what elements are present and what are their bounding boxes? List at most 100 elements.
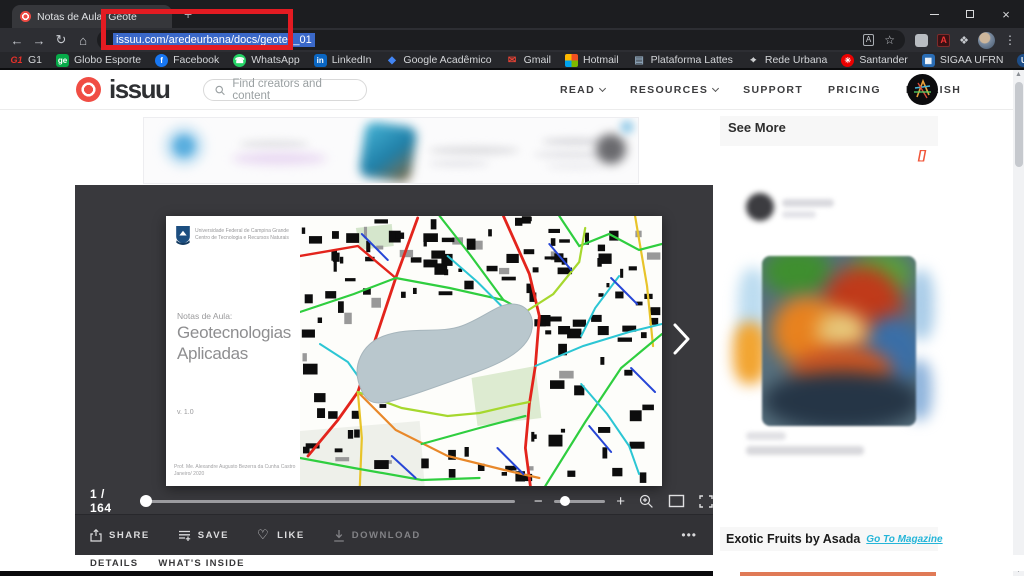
go-to-magazine-link[interactable]: Go To Magazine xyxy=(866,534,942,545)
bookmark-favicon: ✳ xyxy=(841,54,854,67)
bookmark-item[interactable]: Hotmail xyxy=(565,54,619,67)
sidebar: See More [] Exotic Fruits by Asada Go To… xyxy=(713,110,1013,571)
ad-marker-icon[interactable]: [] xyxy=(918,148,926,162)
save-button[interactable]: SAVE xyxy=(178,529,229,542)
chevron-down-icon xyxy=(712,85,719,92)
back-icon[interactable]: ← xyxy=(6,33,28,48)
publisher-avatar[interactable] xyxy=(746,193,774,221)
extensions-puzzle-icon[interactable]: ❖ xyxy=(959,34,969,47)
reload-icon[interactable]: ↻ xyxy=(50,32,72,48)
issuu-wordmark: issuu xyxy=(109,77,169,102)
next-page-button[interactable] xyxy=(670,322,692,356)
bookmark-item[interactable]: G1 G1 xyxy=(10,54,42,67)
page-scrollbar[interactable]: ▲ ▼ xyxy=(1013,70,1024,576)
home-icon[interactable]: ⌂ xyxy=(72,33,94,48)
download-button[interactable]: DOWNLOAD xyxy=(333,529,421,542)
bookmark-item[interactable]: ⌖Rede Urbana xyxy=(747,54,827,67)
nav-item-pricing[interactable]: PRICING xyxy=(828,84,881,96)
bookmark-label: Globo Esporte xyxy=(74,54,141,66)
bookmark-star-icon[interactable]: ☆ xyxy=(884,33,895,47)
fullscreen-button[interactable] xyxy=(699,495,713,508)
page-slider-thumb[interactable] xyxy=(140,495,152,507)
nav-item-resources[interactable]: RESOURCES xyxy=(630,84,718,96)
bookmark-label: Hotmail xyxy=(583,54,619,66)
bookmark-item[interactable]: fFacebook xyxy=(155,54,219,67)
avatar-art xyxy=(907,74,938,105)
heart-icon: ♡ xyxy=(257,529,270,541)
nav-item-support[interactable]: SUPPORT xyxy=(743,84,803,96)
promo-title: Exotic Fruits by Asada xyxy=(726,532,860,546)
save-label: SAVE xyxy=(198,530,229,541)
bookmark-favicon: G1 xyxy=(10,54,23,67)
chevron-right-icon xyxy=(673,323,690,355)
translate-icon[interactable]: A xyxy=(863,34,874,46)
issuu-header: issuu Find creators and content READ RESO… xyxy=(0,70,1024,110)
forward-icon[interactable]: → xyxy=(28,33,50,48)
close-button[interactable]: × xyxy=(988,0,1024,28)
next-card-edge xyxy=(740,572,936,576)
share-label: SHARE xyxy=(109,530,150,541)
bookmark-item[interactable]: ✉Gmail xyxy=(506,54,551,67)
zoom-lens-button[interactable] xyxy=(639,494,654,509)
like-button[interactable]: ♡ LIKE xyxy=(257,529,305,541)
bookmark-item[interactable]: ▤ Plataforma Lattes xyxy=(633,54,733,67)
cover-text-panel: Universidade Federal de Campina Grande C… xyxy=(166,216,300,486)
like-label: LIKE xyxy=(277,530,305,541)
bookmark-label: LinkedIn xyxy=(332,54,372,66)
cover-kicker: Notas de Aula: xyxy=(177,311,232,321)
maximize-button[interactable] xyxy=(952,0,988,28)
bookmark-item[interactable]: ✳Santander xyxy=(841,54,907,67)
profile-avatar[interactable] xyxy=(978,32,995,49)
more-options-button[interactable]: ••• xyxy=(681,528,697,542)
browser-menu-icon[interactable]: ⋮ xyxy=(1004,33,1016,47)
action-bar: SHARE SAVE ♡ LIKE DOWNLOAD ••• xyxy=(75,514,713,555)
banner-ad[interactable] xyxy=(143,117,639,184)
bookmark-item[interactable]: UUFCG - Controle Ac... xyxy=(1017,54,1024,67)
bookmark-favicon: ☎ xyxy=(233,54,246,67)
extensions-area: A ❖ ⋮ xyxy=(915,30,1016,50)
share-button[interactable]: SHARE xyxy=(90,529,150,542)
bookmark-label: Plataforma Lattes xyxy=(651,54,733,66)
bookmark-label: WhatsApp xyxy=(251,54,299,66)
extension-icon[interactable] xyxy=(915,34,928,47)
document-cover-page[interactable]: Universidade Federal de Campina Grande C… xyxy=(166,216,662,486)
search-placeholder: Find creators and content xyxy=(232,78,355,102)
bookmark-favicon: ◆ xyxy=(385,54,398,67)
zoom-out-button[interactable]: − xyxy=(534,494,543,509)
cover-title: Geotecnologias Aplicadas xyxy=(177,322,291,364)
bookmark-item[interactable]: in LinkedIn xyxy=(314,54,372,67)
bookmark-favicon: in xyxy=(314,54,327,67)
scroll-up-icon[interactable]: ▲ xyxy=(1013,70,1024,80)
cover-institution: Universidade Federal de Campina Grande C… xyxy=(195,228,297,242)
bookmark-favicon: ✉ xyxy=(506,54,519,67)
bookmark-item[interactable]: ▦SIGAA UFRN xyxy=(922,54,1004,67)
share-icon xyxy=(90,529,102,542)
issuu-logo[interactable]: issuu xyxy=(76,77,169,102)
adobe-acrobat-icon[interactable]: A xyxy=(937,34,950,47)
bookmark-favicon: U xyxy=(1017,54,1024,67)
magazine-cover-thumbnail[interactable] xyxy=(762,256,916,426)
zoom-in-button[interactable]: + xyxy=(616,494,625,509)
header-nav: READRESOURCESSUPPORTPRICINGPUBLISH xyxy=(560,70,961,110)
search-input[interactable]: Find creators and content xyxy=(203,79,367,101)
cover-author: Prof. Me. Alexandre Augusto Bezerra da C… xyxy=(174,464,298,477)
publisher-meta-blurred xyxy=(782,211,816,218)
fit-page-button[interactable] xyxy=(668,494,685,508)
minimize-button[interactable] xyxy=(916,0,952,28)
bookmark-label: G1 xyxy=(28,54,42,66)
bookmark-item[interactable]: ◆Google Acadêmico xyxy=(385,54,491,67)
issuu-logo-icon xyxy=(76,77,101,102)
tab-details[interactable]: DETAILS xyxy=(90,558,138,569)
zoom-slider-thumb[interactable] xyxy=(560,496,570,506)
user-avatar[interactable] xyxy=(907,74,938,105)
nav-item-read[interactable]: READ xyxy=(560,84,605,96)
save-stack-icon xyxy=(178,529,191,542)
bookmark-item[interactable]: ☎ WhatsApp xyxy=(233,54,299,67)
see-more-heading: See More xyxy=(720,116,938,146)
tab-whats-inside[interactable]: WHAT'S INSIDE xyxy=(158,558,244,569)
bookmark-item[interactable]: geGlobo Esporte xyxy=(56,54,141,67)
zoom-slider[interactable] xyxy=(554,500,606,503)
page-slider[interactable] xyxy=(140,500,515,503)
scrollbar-thumb[interactable] xyxy=(1015,82,1023,167)
bookmark-favicon: ▤ xyxy=(633,54,646,67)
